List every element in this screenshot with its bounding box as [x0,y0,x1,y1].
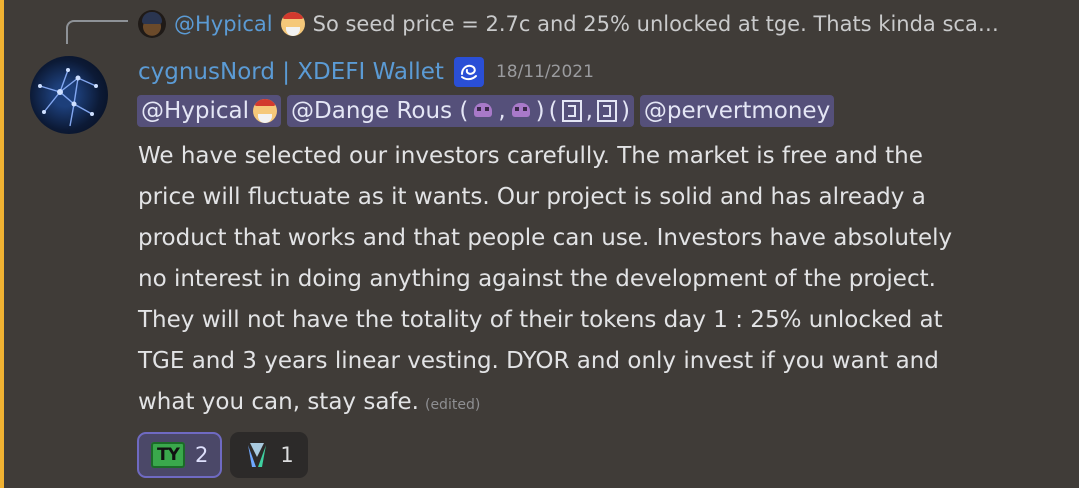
reaction-count: 2 [195,443,209,467]
ty-emoji-icon: TY [151,442,185,468]
mention-comma: , [498,98,506,124]
reply-username[interactable]: @Hypical [174,12,273,36]
message-line: no interest in doing anything against th… [138,266,936,292]
message-line: We have selected our investors carefully… [138,143,923,169]
mention-dange-rous[interactable]: @Dange Rous ( , ) ( , ) [287,95,634,127]
mention-label: @Hypical [141,98,250,124]
santa-emoji-icon [280,12,305,36]
mention-sep: , [585,98,593,124]
mention-hypical[interactable]: @Hypical [137,95,282,127]
mention-close-paren: ) [535,98,545,124]
mentions-row: @Hypical @Dange Rous ( , ) ( , ) @perver… [137,93,835,129]
highlight-bar [0,0,4,488]
reply-connector [66,20,128,44]
xdefi-emoji-icon [248,443,267,467]
timestamp[interactable]: 18/11/2021 [496,62,594,82]
mention-label: @Dange Rous ( [291,98,469,124]
reaction-ty[interactable]: TY 2 [137,432,223,478]
reply-preview[interactable]: @Hypical So seed price = 2.7c and 25% un… [138,6,999,42]
message-line: They will not have the totality of their… [138,307,943,333]
message-line-last: what you can, stay safe. (edited) [138,382,1038,426]
message-line: what you can, stay safe. [138,389,419,415]
bracket-box-icon [561,100,582,122]
santa-emoji-icon [253,99,278,123]
message-header: cygnusNord | XDEFI Wallet 18/11/2021 [138,52,594,92]
xdefi-badge-icon [453,57,484,87]
reactions-row: TY 2 1 [137,432,308,478]
message-line: price will fluctuate as it wants. Our pr… [138,184,926,210]
mention-close-paren-2: ) [620,98,630,124]
mention-open-paren: ( [548,98,558,124]
avatar-network-icon [38,68,98,127]
reply-text[interactable]: So seed price = 2.7c and 25% unlocked at… [313,12,999,36]
mention-label: @pervertmoney [643,98,831,124]
reply-avatar[interactable] [138,10,166,38]
reaction-xdefi[interactable]: 1 [230,432,308,478]
username[interactable]: cygnusNord | XDEFI Wallet [138,59,444,85]
mention-pervertmoney[interactable]: @pervertmoney [639,95,835,127]
message-line: product that works and that people can u… [138,225,953,251]
alien-emoji-icon [472,101,494,121]
bracket-box-icon [596,100,617,122]
alien-emoji-icon [510,101,532,121]
edited-label: (edited) [424,397,481,413]
avatar[interactable] [30,56,108,134]
reaction-count: 1 [280,443,294,467]
message-body: We have selected our investors carefully… [138,136,1038,426]
message-line: TGE and 3 years linear vesting. DYOR and… [138,348,939,374]
